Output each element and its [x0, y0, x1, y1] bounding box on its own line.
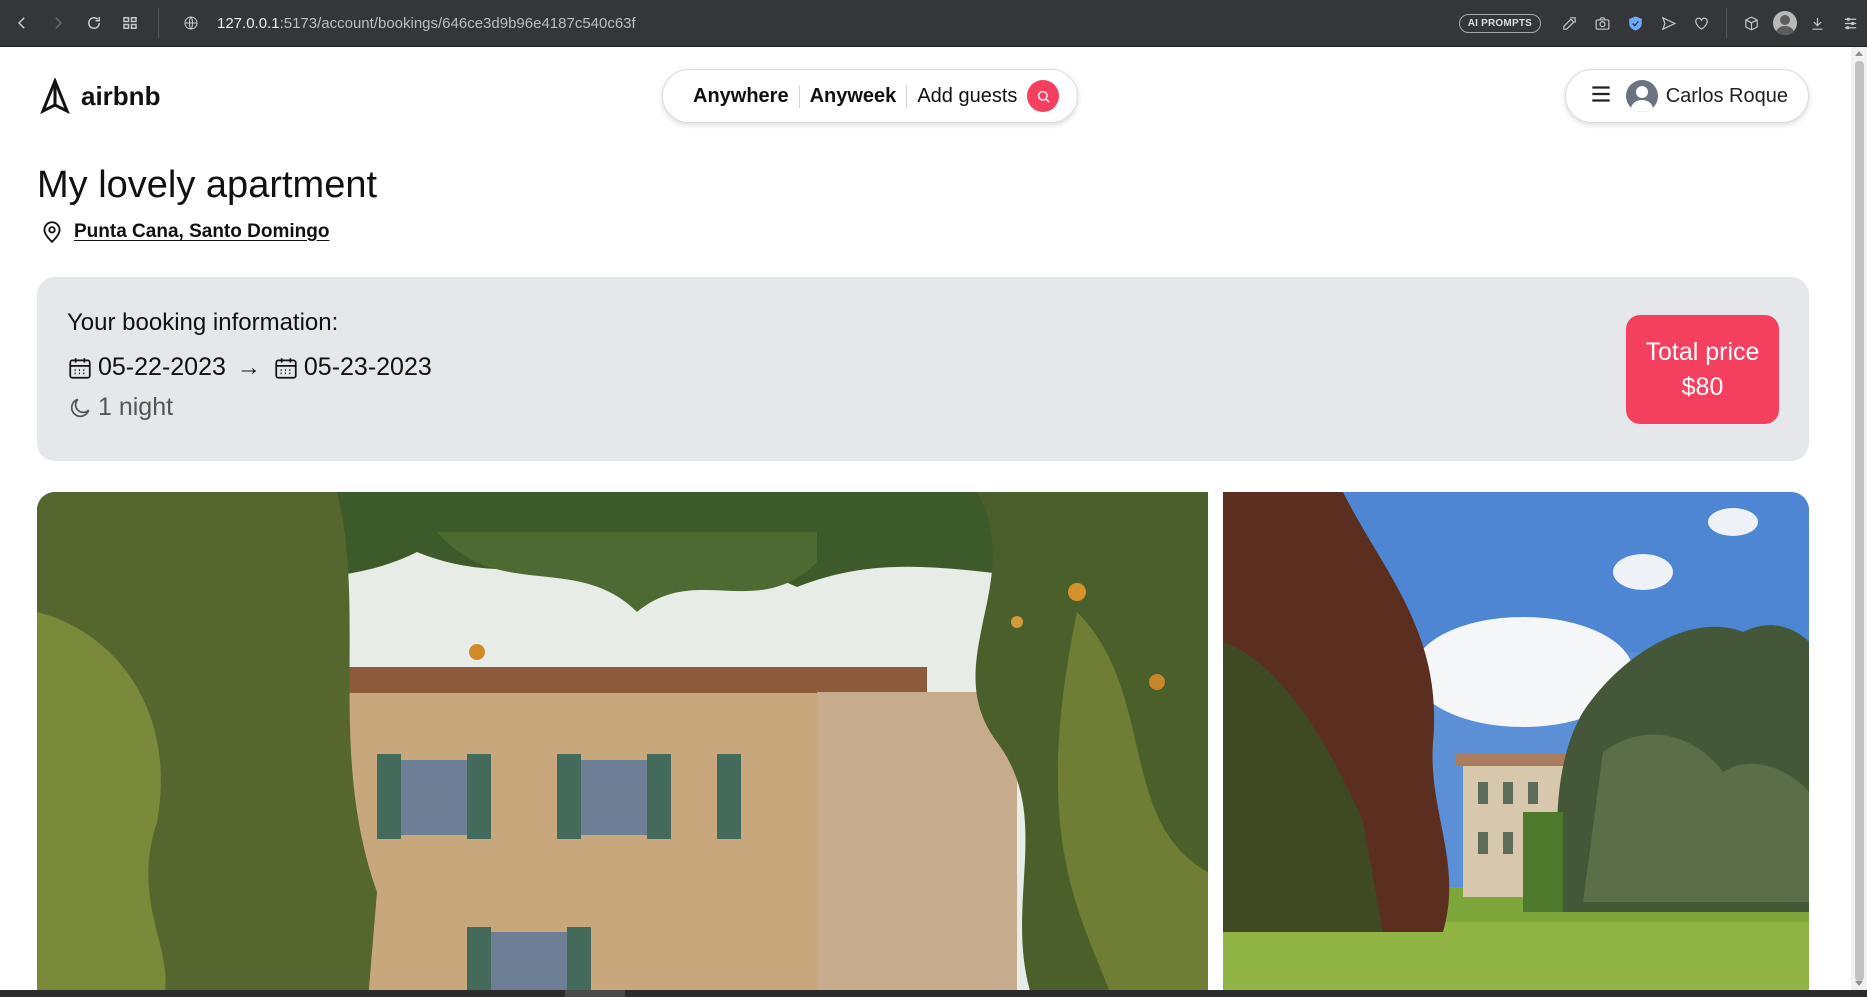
scroll-up-arrow-icon[interactable]: [1855, 51, 1863, 56]
total-price-badge: Total price $80: [1626, 315, 1779, 424]
user-avatar: [1625, 80, 1658, 112]
scrollbar-thumb[interactable]: [1855, 61, 1864, 981]
calendar-icon: [69, 357, 91, 379]
photo-gallery: [37, 492, 1809, 990]
main-photo[interactable]: [37, 492, 1208, 990]
nights-count: 1 night: [98, 393, 174, 421]
user-menu-button[interactable]: Carlos Roque: [1564, 69, 1809, 123]
search-bar[interactable]: Anywhere Anyweek Add guests: [662, 69, 1079, 123]
taskbar-strip: [0, 990, 1867, 997]
site-header: airbnb Anywhere Anyweek Add guests Carlo…: [37, 69, 1809, 123]
paper-plane-logo-icon: [40, 78, 70, 114]
page-content: airbnb Anywhere Anyweek Add guests Carlo…: [0, 47, 1867, 990]
reload-icon[interactable]: [80, 9, 108, 37]
logo-link[interactable]: airbnb: [37, 69, 160, 123]
extensions-cube-icon[interactable]: [1735, 8, 1768, 38]
user-name: Carlos Roque: [1665, 84, 1788, 107]
url-path: :5173/account/bookings/646ce3d9b96e4187c…: [279, 14, 636, 32]
booking-dates: 05-22-2023 → 05-23-2023: [67, 353, 432, 382]
check-in-date: 05-22-2023: [98, 353, 226, 381]
globe-icon: [184, 16, 198, 30]
back-icon[interactable]: [8, 9, 36, 37]
forward-icon[interactable]: [44, 9, 72, 37]
total-price-value: $80: [1681, 372, 1724, 401]
search-when[interactable]: Anyweek: [798, 84, 907, 108]
page-scrollbar[interactable]: [1851, 47, 1867, 990]
edit-icon[interactable]: [1553, 8, 1586, 38]
scroll-down-arrow-icon[interactable]: [1855, 981, 1863, 986]
toolbar-divider: [1726, 8, 1727, 38]
browser-toolbar: 127.0.0.1:5173/account/bookings/646ce3d9…: [0, 0, 1867, 47]
logo-text: airbnb: [81, 80, 161, 111]
settings-sliders-icon[interactable]: [1834, 8, 1867, 38]
download-icon[interactable]: [1801, 8, 1834, 38]
toolbar-divider: [158, 8, 159, 38]
ai-prompts-button[interactable]: AI PROMPTS: [1458, 13, 1541, 33]
place-location: Punta Cana, Santo Domingo: [39, 219, 329, 245]
tabs-grid-icon[interactable]: [116, 9, 144, 37]
camera-icon[interactable]: [1586, 8, 1619, 38]
search-icon: [1037, 90, 1050, 103]
address-bar[interactable]: 127.0.0.1:5173/account/bookings/646ce3d9…: [173, 15, 636, 32]
moon-icon: [70, 398, 90, 417]
search-where[interactable]: Anywhere: [683, 85, 799, 108]
url-host: 127.0.0.1: [217, 14, 280, 32]
send-icon[interactable]: [1652, 8, 1685, 38]
secondary-photo[interactable]: [1223, 492, 1809, 990]
profile-avatar-icon[interactable]: [1768, 8, 1801, 38]
total-price-label: Total price: [1645, 337, 1760, 366]
hamburger-menu-icon: [1588, 81, 1614, 112]
booking-heading: Your booking information:: [67, 309, 339, 336]
search-button[interactable]: [1027, 80, 1060, 112]
date-arrow: →: [236, 353, 261, 381]
check-out-date: 05-23-2023: [303, 353, 432, 381]
booking-nights: 1 night: [67, 393, 173, 422]
taskbar-tab: [565, 990, 625, 997]
booking-info-panel: Your booking information: 05-22-2023 → 0…: [37, 277, 1809, 461]
map-pin-icon: [43, 221, 61, 243]
calendar-icon: [275, 357, 297, 379]
heart-icon[interactable]: [1685, 8, 1718, 38]
place-title: My lovely apartment: [37, 164, 378, 206]
shield-icon[interactable]: [1619, 8, 1652, 38]
address-link[interactable]: Punta Cana, Santo Domingo: [74, 221, 329, 243]
search-guests[interactable]: Add guests: [906, 84, 1027, 108]
